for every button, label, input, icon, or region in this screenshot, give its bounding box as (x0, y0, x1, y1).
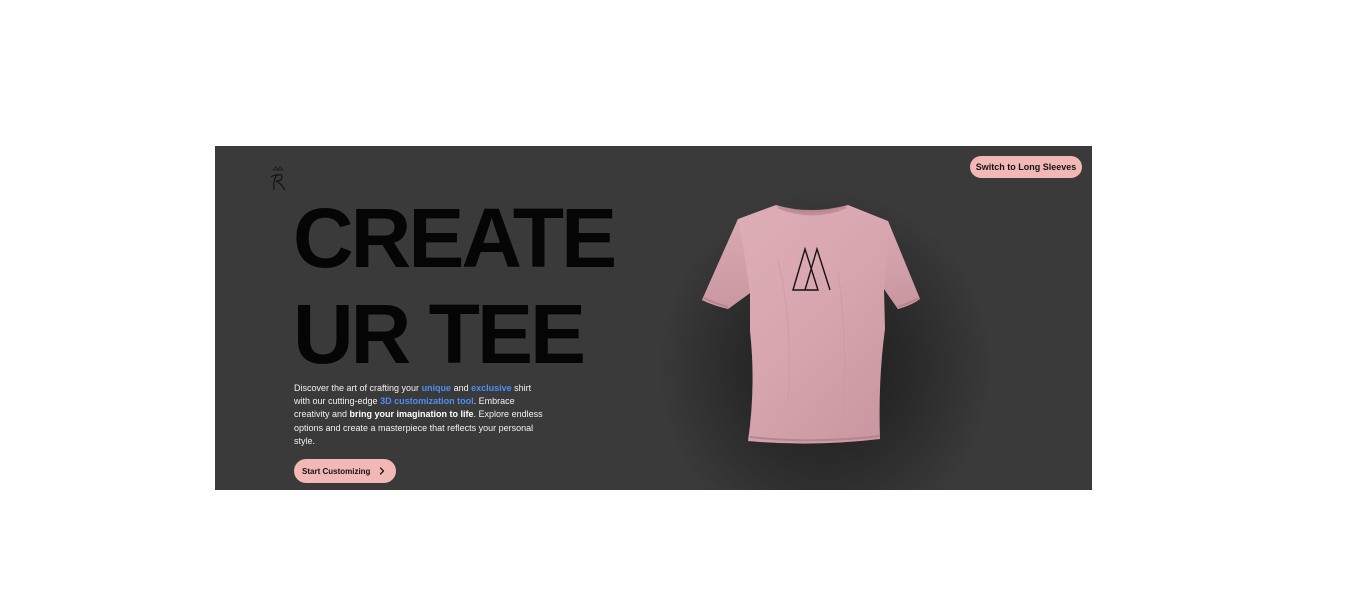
chevron-right-icon (380, 467, 385, 475)
headline-line-1: CREATE (293, 191, 617, 285)
desc-text-2: and (451, 383, 472, 393)
hero-description: Discover the art of crafting your unique… (294, 382, 544, 448)
logo-icon (270, 166, 286, 191)
desc-bold-imagination: bring your imagination to life (349, 409, 474, 420)
desc-text-1: Discover the art of crafting your (294, 383, 422, 393)
hero-canvas: CREATE UR TEE Discover the art of crafti… (215, 146, 1092, 490)
headline-line-2: UR TEE (293, 287, 586, 381)
desc-highlight-unique: unique (421, 383, 452, 393)
tshirt-3d-model[interactable] (698, 201, 923, 446)
switch-long-sleeves-button[interactable]: Switch to Long Sleeves (970, 156, 1082, 178)
start-customizing-button[interactable]: Start Customizing (294, 459, 396, 483)
desc-highlight-tool: 3D customization tool (380, 396, 474, 407)
start-customizing-label: Start Customizing (302, 466, 371, 476)
desc-highlight-exclusive: exclusive (471, 383, 512, 393)
